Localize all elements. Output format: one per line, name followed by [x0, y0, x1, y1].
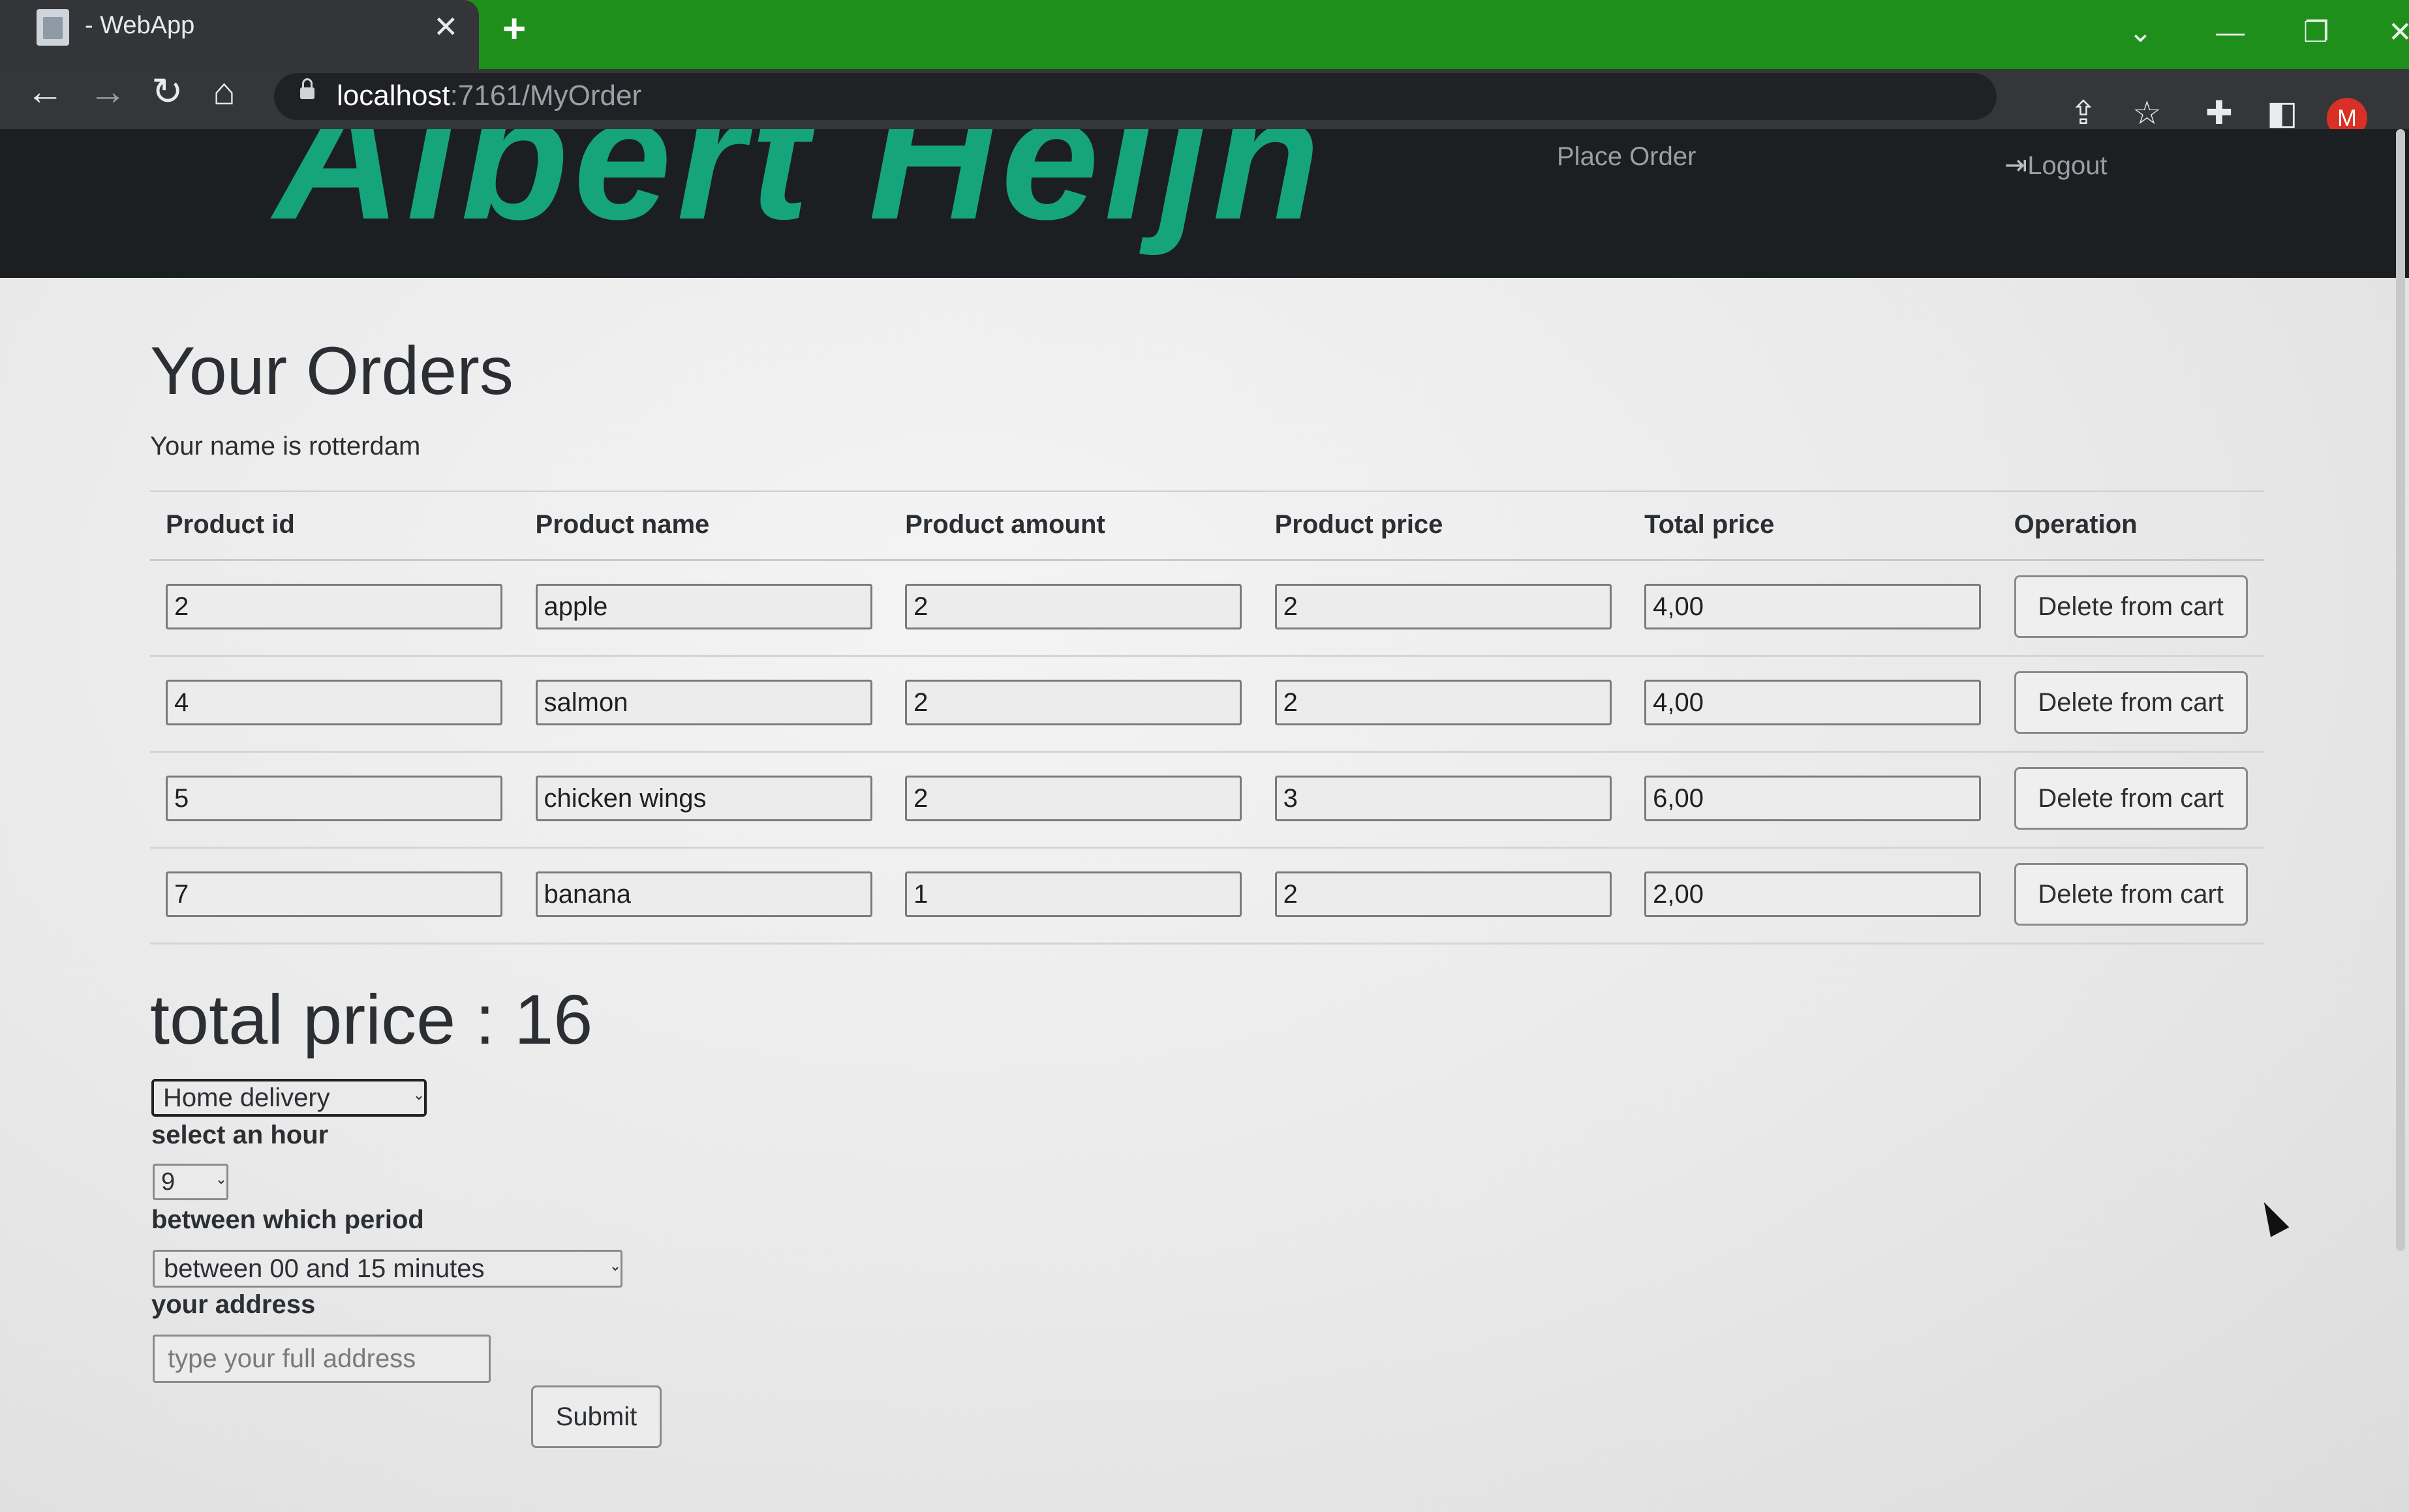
table-row: Delete from cart [150, 560, 2264, 657]
logout-label: Logout [2027, 151, 2108, 180]
delivery-method-select[interactable]: Home delivery [151, 1079, 427, 1117]
period-label: between which period [151, 1205, 424, 1234]
table-row: Delete from cart [150, 656, 2264, 753]
star-icon[interactable]: ☆ [2132, 97, 2162, 129]
reload-icon[interactable]: ↻ [151, 73, 183, 111]
sidepanel-icon[interactable]: ◧ [2267, 97, 2297, 129]
address-input[interactable] [153, 1335, 491, 1383]
orders-table: Product id Product name Product amount P… [150, 491, 2264, 945]
col-product-amount: Product amount [889, 491, 1259, 561]
table-row: Delete from cart [150, 847, 2264, 945]
product-price-input[interactable] [1274, 871, 1612, 917]
browser-tab[interactable]: - WebApp ✕ [0, 0, 479, 69]
hour-select[interactable]: 9 [153, 1164, 228, 1200]
product-amount-input[interactable] [905, 680, 1242, 725]
product-id-input[interactable] [166, 584, 502, 629]
total-price-input[interactable] [1644, 871, 1982, 917]
col-total-price: Total price [1629, 491, 1999, 561]
product-id-input[interactable] [166, 776, 502, 821]
user-name-line: Your name is rotterdam [150, 432, 421, 461]
restore-icon[interactable]: ❐ [2303, 18, 2329, 47]
table-header-row: Product id Product name Product amount P… [150, 491, 2264, 561]
total-price-input[interactable] [1644, 584, 1982, 629]
product-id-input[interactable] [166, 871, 502, 917]
share-icon[interactable]: ⇪ [2070, 97, 2097, 129]
hour-label: select an hour [151, 1121, 329, 1149]
tab-search-icon[interactable]: ⌄ [2128, 18, 2153, 47]
delete-from-cart-button[interactable]: Delete from cart [2014, 671, 2248, 734]
home-icon[interactable]: ⌂ [213, 73, 236, 111]
new-tab-button[interactable]: + [502, 9, 526, 50]
product-id-input[interactable] [166, 680, 502, 725]
col-product-id: Product id [150, 491, 520, 561]
product-amount-input[interactable] [905, 871, 1242, 917]
extensions-icon[interactable]: ✚ [2205, 97, 2233, 129]
product-amount-input[interactable] [905, 776, 1242, 821]
logout-icon: ⇥ [2004, 149, 2028, 180]
col-product-name: Product name [519, 491, 890, 561]
page-scrollbar[interactable] [2396, 129, 2405, 1251]
mouse-cursor-icon [2254, 1197, 2290, 1237]
col-operation: Operation [1998, 491, 2264, 561]
site-navbar: Albert Heijn Place Order ⇥Logout [0, 129, 2409, 278]
product-name-input[interactable] [535, 584, 872, 629]
delete-from-cart-button[interactable]: Delete from cart [2014, 767, 2248, 830]
period-select[interactable]: between 00 and 15 minutes [153, 1250, 622, 1288]
product-amount-input[interactable] [905, 584, 1242, 629]
total-price-input[interactable] [1644, 680, 1982, 725]
product-name-input[interactable] [535, 776, 872, 821]
delete-from-cart-button[interactable]: Delete from cart [2014, 863, 2248, 926]
table-row: Delete from cart [150, 751, 2264, 849]
product-price-input[interactable] [1274, 776, 1612, 821]
favicon-icon [37, 9, 69, 46]
minimize-icon[interactable]: — [2216, 18, 2245, 47]
tab-title: - WebApp [85, 12, 195, 39]
total-price-input[interactable] [1644, 776, 1982, 821]
nav-logout[interactable]: ⇥Logout [2004, 149, 2108, 181]
forward-icon[interactable]: → [89, 73, 127, 111]
submit-button[interactable]: Submit [531, 1385, 662, 1448]
brand-logo[interactable]: Albert Heijn [274, 129, 1325, 260]
close-tab-icon[interactable]: ✕ [433, 12, 459, 42]
lock-icon[interactable] [300, 78, 315, 99]
col-product-price: Product price [1259, 491, 1629, 561]
address-label: your address [151, 1290, 316, 1319]
nav-place-order[interactable]: Place Order [1557, 142, 1696, 172]
url-text[interactable]: localhost:7161/MyOrder [337, 80, 641, 112]
total-price-heading: total price : 16 [150, 980, 593, 1059]
page-title: Your Orders [150, 333, 514, 409]
product-price-input[interactable] [1274, 584, 1612, 629]
close-window-icon[interactable]: ✕ [2388, 18, 2409, 47]
product-price-input[interactable] [1274, 680, 1612, 725]
delete-from-cart-button[interactable]: Delete from cart [2014, 575, 2248, 638]
product-name-input[interactable] [535, 871, 872, 917]
back-icon[interactable]: ← [26, 73, 64, 111]
product-name-input[interactable] [535, 680, 872, 725]
